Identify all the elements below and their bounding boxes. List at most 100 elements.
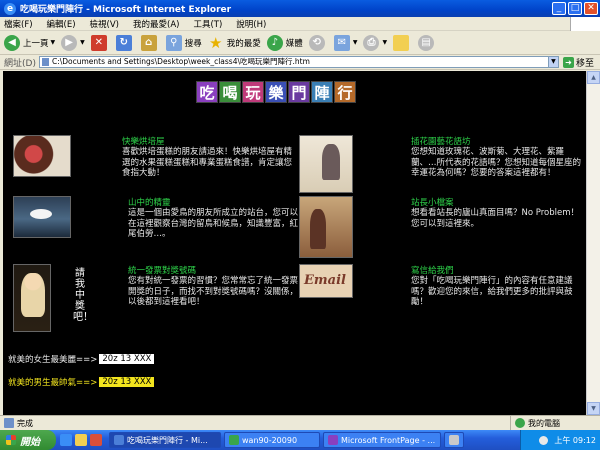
forward-button[interactable]: ▶ ▼: [61, 34, 85, 51]
media-button[interactable]: ♪ 媒體: [266, 34, 303, 51]
lady-image[interactable]: [299, 135, 353, 193]
print-button[interactable]: ⎙ ▼: [363, 34, 388, 51]
task-label: wan90-20090: [242, 435, 298, 445]
menu-tools[interactable]: 工具(T): [193, 18, 222, 30]
vote-value: 20z 13 XXX: [99, 377, 155, 387]
webmaster-image[interactable]: [299, 196, 353, 258]
swan-image[interactable]: [13, 196, 71, 238]
birds-desc: 這是一個由愛鳥的朋友所成立的站台，您可以在這裡觀察台灣的留鳥和候鳥，知識豐富，紅…: [128, 208, 299, 239]
flowers-desc: 您想知道玫瑰花、波斯菊、大理花、紫羅蘭、…所代表的花語嗎？您想知道每個星座的幸運…: [411, 147, 582, 178]
status-bar: 完成 我的電腦: [0, 415, 600, 431]
task-ie[interactable]: 吃喝玩樂門陣行 - Mi...: [109, 432, 221, 448]
link-webmaster[interactable]: 站長小檔案: [411, 196, 454, 208]
security-zone: 我的電腦: [510, 415, 600, 431]
folder-quick-icon[interactable]: [75, 434, 87, 446]
window-title: 吃喝玩樂門陣行 - Microsoft Internet Explorer: [20, 5, 232, 15]
lucky-vertical-text: 請我中獎吧！: [73, 268, 93, 323]
start-button[interactable]: 開始: [0, 430, 56, 450]
ie-icon: e: [4, 2, 16, 15]
minimize-button[interactable]: _: [552, 2, 566, 15]
back-label: 上一頁: [23, 38, 49, 49]
task-extra[interactable]: [444, 432, 464, 448]
back-button[interactable]: ◀ 上一頁 ▼: [4, 34, 56, 51]
vote-row-girls: 就美的女生最美麗==> 20z 13 XXX: [8, 353, 155, 365]
logo-char: 喝: [219, 81, 241, 103]
vote-label: 就美的男生最帥氣==>: [8, 378, 98, 388]
email-image[interactable]: Email: [299, 264, 353, 298]
menu-edit[interactable]: 編輯(E): [47, 18, 76, 30]
star-icon: ★: [209, 33, 223, 52]
folder-icon: [393, 34, 410, 51]
history-button[interactable]: ⟲: [308, 34, 328, 51]
site-logo: 吃 喝 玩 樂 門 陣 行: [196, 81, 357, 103]
chevron-down-icon: ▼: [50, 39, 56, 46]
logo-char: 陣: [311, 81, 333, 103]
cake-image[interactable]: [13, 135, 71, 177]
favorites-label: 我的最愛: [226, 38, 261, 49]
task-folder[interactable]: wan90-20090: [224, 432, 320, 448]
address-dropdown[interactable]: ▼: [548, 56, 559, 68]
chevron-down-icon: ▼: [352, 39, 358, 46]
contact-desc: 您對「吃喝玩樂門陣行」的內容有任意建議嗎？歡迎您的來信，給我們更多的批評與鼓勵！: [411, 276, 573, 307]
refresh-button[interactable]: ↻: [115, 34, 135, 51]
media-label: 媒體: [285, 38, 303, 49]
menu-help[interactable]: 說明(H): [236, 18, 266, 30]
email-logo-text: Email: [304, 273, 346, 288]
folder-button[interactable]: [393, 34, 412, 51]
start-label: 開始: [20, 436, 40, 448]
search-button[interactable]: ⚲ 搜尋: [165, 34, 202, 51]
ie-quick-icon[interactable]: [60, 434, 72, 446]
quick-launch: [60, 434, 105, 446]
chevron-down-icon: ▼: [80, 39, 85, 46]
go-label: 移至: [575, 58, 594, 69]
logo-char: 行: [334, 81, 356, 103]
app-task-icon: [449, 435, 459, 445]
vertical-scrollbar[interactable]: ▲ ▼: [586, 71, 600, 415]
maximize-button[interactable]: □: [568, 2, 582, 15]
address-label: 網址(D): [4, 58, 36, 69]
mail-button[interactable]: ✉ ▼: [333, 34, 358, 51]
computer-icon: [515, 418, 525, 428]
task-label: Microsoft FrontPage - ...: [341, 435, 436, 445]
search-label: 搜尋: [184, 38, 202, 49]
link-bakery[interactable]: 快樂烘培屋: [122, 135, 165, 147]
chevron-down-icon: ▼: [382, 39, 388, 46]
windows-flag-icon: [6, 435, 16, 445]
forward-arrow-icon: ▶: [61, 34, 78, 51]
scroll-up-button[interactable]: ▲: [587, 71, 600, 84]
home-icon: ⌂: [140, 34, 157, 51]
back-arrow-icon: ◀: [4, 34, 20, 51]
go-button[interactable]: ➜ 移至: [562, 56, 594, 69]
angel-image[interactable]: [13, 264, 51, 332]
media-quick-icon[interactable]: [90, 434, 102, 446]
favorites-button[interactable]: ★ 我的最愛: [208, 35, 261, 51]
link-contact[interactable]: 寫信給我們: [411, 264, 454, 276]
scroll-down-button[interactable]: ▼: [587, 402, 600, 415]
volume-icon[interactable]: [539, 435, 549, 445]
home-button[interactable]: ⌂: [140, 34, 160, 51]
menu-view[interactable]: 檢視(V): [90, 18, 119, 30]
toolbar: ◀ 上一頁 ▼ ▶ ▼ ✕ ↻ ⌂ ⚲ 搜尋 ★ 我的最愛 ♪ 媒體 ⟲ ✉ ▼…: [0, 31, 600, 55]
address-input[interactable]: C:\Documents and Settings\Desktop\week_c…: [38, 56, 549, 68]
logo-char: 玩: [242, 81, 264, 103]
vote-value: 20z 13 XXX: [99, 354, 155, 364]
history-icon: ⟲: [308, 34, 325, 51]
link-flowers[interactable]: 插花園藝花語坊: [411, 135, 471, 147]
bakery-desc: 喜歡烘培蛋糕的朋友請過來！快樂烘培屋有精選的水果蛋糕蛋糕和專業蛋糕食譜，肯定讓您…: [122, 147, 293, 178]
link-birds[interactable]: 山中的精靈: [128, 196, 171, 208]
menu-file[interactable]: 檔案(F): [4, 18, 33, 30]
taskbar: 開始 吃喝玩樂門陣行 - Mi... wan90-20090 Microsoft…: [0, 430, 600, 450]
lottery-desc: 您有對統一發票的習慣？您常常忘了統一發票開獎的日子，而找不到對獎號碼嗎？沒關係，…: [128, 276, 299, 307]
task-frontpage[interactable]: Microsoft FrontPage - ...: [323, 432, 441, 448]
menu-favorites[interactable]: 我的最愛(A): [133, 18, 179, 30]
close-button[interactable]: ✕: [584, 2, 598, 15]
clock: 上午 09:12: [554, 435, 596, 445]
logo-char: 吃: [196, 81, 218, 103]
search-icon: ⚲: [165, 34, 182, 51]
messenger-button[interactable]: ▤: [418, 34, 437, 51]
page-content: 吃 喝 玩 樂 門 陣 行 快樂烘培屋 喜歡烘培蛋糕的朋友請過來！快樂烘培屋有精…: [3, 71, 586, 415]
link-lottery[interactable]: 統一發票對獎號碼: [128, 264, 196, 276]
stop-button[interactable]: ✕: [90, 34, 110, 51]
go-arrow-icon: ➜: [562, 56, 574, 68]
page-icon: [4, 418, 14, 428]
